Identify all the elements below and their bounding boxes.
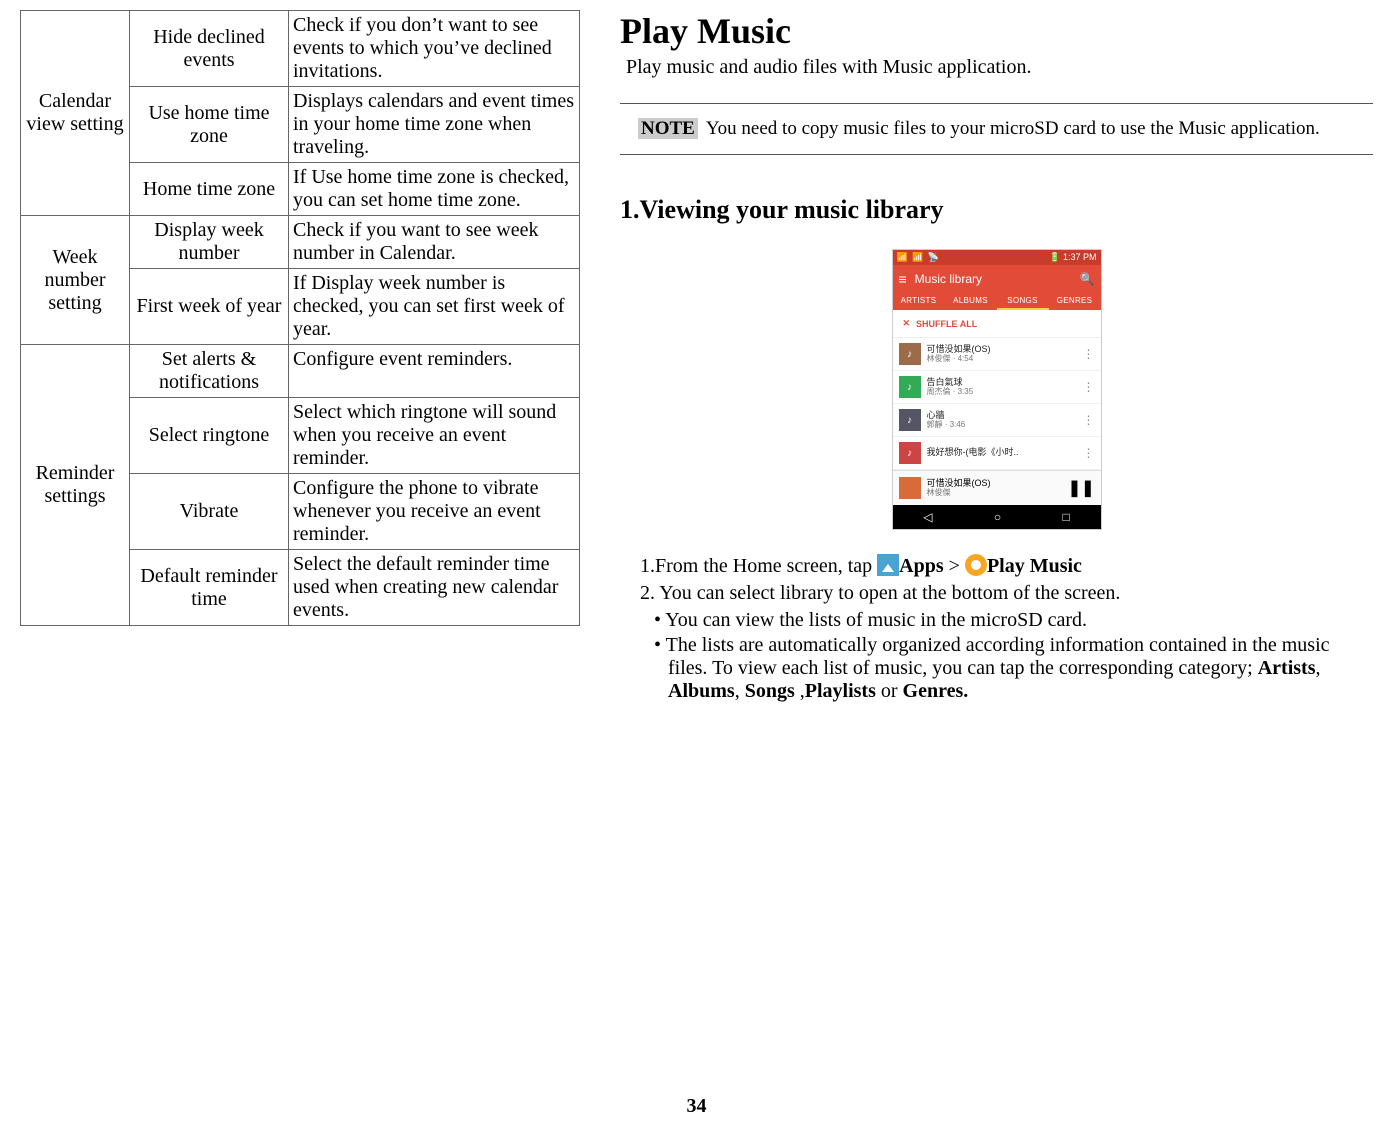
setting-name: Use home time zone	[130, 87, 289, 163]
song-title: 我好想你-(电影《小时..	[927, 448, 1077, 458]
setting-desc: If Use home time zone is checked, you ca…	[289, 163, 580, 216]
setting-name: Vibrate	[130, 474, 289, 550]
tab-albums[interactable]: ALBUMS	[945, 293, 997, 310]
setting-desc: Check if you don’t want to see events to…	[289, 11, 580, 87]
setting-name: Display week number	[130, 216, 289, 269]
more-icon[interactable]: ⋮	[1083, 380, 1095, 394]
bullet: • The lists are automatically organized …	[654, 634, 1373, 703]
category-cell: Calendar view setting	[21, 11, 130, 216]
more-icon[interactable]: ⋮	[1083, 413, 1095, 427]
setting-desc: Select which ringtone will sound when yo…	[289, 398, 580, 474]
category-cell: Reminder settings	[21, 345, 130, 626]
song-sub: 林俊傑 · 4:54	[927, 355, 1077, 364]
tabs: ARTISTS ALBUMS SONGS GENRES	[893, 293, 1101, 310]
setting-desc: Configure the phone to vibrate whenever …	[289, 474, 580, 550]
section-heading: 1.Viewing your music library	[620, 195, 1373, 225]
setting-desc: Configure event reminders.	[289, 345, 580, 398]
shuffle-label: SHUFFLE ALL	[916, 319, 977, 329]
more-icon[interactable]: ⋮	[1083, 347, 1095, 361]
setting-name: First week of year	[130, 269, 289, 345]
album-art: ♪	[899, 376, 921, 398]
pause-icon[interactable]: ❚❚	[1068, 478, 1095, 498]
shuffle-all[interactable]: ✕ SHUFFLE ALL	[893, 310, 1101, 338]
song-sub: 周杰倫 · 3:35	[927, 388, 1077, 397]
now-sub: 林俊傑	[927, 489, 1062, 498]
page-number: 34	[0, 1095, 1393, 1118]
setting-desc: Displays calendars and event times in yo…	[289, 87, 580, 163]
list-item[interactable]: ♪ 可惜没如果(OS)林俊傑 · 4:54 ⋮	[893, 338, 1101, 371]
apps-icon	[877, 554, 899, 576]
status-icons: 📶 📶 📡	[897, 252, 941, 263]
list-item[interactable]: ♪ 告白氣球周杰倫 · 3:35 ⋮	[893, 371, 1101, 404]
tab-artists[interactable]: ARTISTS	[893, 293, 945, 310]
setting-name: Default reminder time	[130, 550, 289, 626]
setting-name: Select ringtone	[130, 398, 289, 474]
hamburger-icon[interactable]: ≡	[899, 271, 907, 287]
setting-desc: If Display week number is checked, you c…	[289, 269, 580, 345]
tab-genres[interactable]: GENRES	[1049, 293, 1101, 310]
play-music-icon	[965, 554, 987, 576]
bullet: • You can view the lists of music in the…	[654, 609, 1373, 632]
status-bar: 📶 📶 📡 🔋 1:37 PM	[893, 250, 1101, 265]
list-item[interactable]: ♪ 我好想你-(电影《小时.. ⋮	[893, 437, 1101, 470]
status-time: 🔋 1:37 PM	[1049, 252, 1096, 263]
album-art: ♪	[899, 442, 921, 464]
album-art: ♪	[899, 343, 921, 365]
more-icon[interactable]: ⋮	[1083, 446, 1095, 460]
album-art: ♪	[899, 409, 921, 431]
note-label: NOTE	[638, 118, 698, 139]
page-title: Play Music	[620, 10, 1373, 52]
appbar-title: Music library	[915, 272, 982, 286]
note-text: You need to copy music files to your mic…	[706, 118, 1320, 139]
search-icon[interactable]: 🔍	[1080, 272, 1095, 286]
step-1: 1.From the Home screen, tap Apps > Play …	[640, 554, 1373, 578]
setting-desc: Select the default reminder time used wh…	[289, 550, 580, 626]
category-cell: Week number setting	[21, 216, 130, 345]
instructions: 1.From the Home screen, tap Apps > Play …	[640, 554, 1373, 703]
shuffle-icon: ✕	[903, 318, 911, 329]
recents-icon[interactable]: □	[1063, 510, 1070, 524]
list-item[interactable]: ♪ 心牆郭靜 · 3:46 ⋮	[893, 404, 1101, 437]
setting-name: Home time zone	[130, 163, 289, 216]
tab-songs[interactable]: SONGS	[997, 293, 1049, 310]
now-playing-bar[interactable]: 可惜没如果(OS)林俊傑 ❚❚	[893, 470, 1101, 505]
app-bar: ≡ Music library 🔍	[893, 265, 1101, 293]
setting-name: Set alerts & notifications	[130, 345, 289, 398]
android-navbar: ◁ ○ □	[893, 505, 1101, 529]
setting-desc: Check if you want to see week number in …	[289, 216, 580, 269]
setting-name: Hide declined events	[130, 11, 289, 87]
settings-table: Calendar view setting Hide declined even…	[20, 10, 580, 626]
home-icon[interactable]: ○	[994, 510, 1001, 524]
back-icon[interactable]: ◁	[923, 510, 932, 524]
song-sub: 郭靜 · 3:46	[927, 421, 1077, 430]
note-block: NOTE You need to copy music files to your…	[620, 103, 1373, 155]
intro-text: Play music and audio files with Music ap…	[626, 56, 1373, 79]
phone-screenshot: 📶 📶 📡 🔋 1:37 PM ≡ Music library 🔍 ARTIST…	[892, 249, 1102, 530]
step-2: 2. You can select library to open at the…	[640, 582, 1373, 605]
album-art	[899, 477, 921, 499]
